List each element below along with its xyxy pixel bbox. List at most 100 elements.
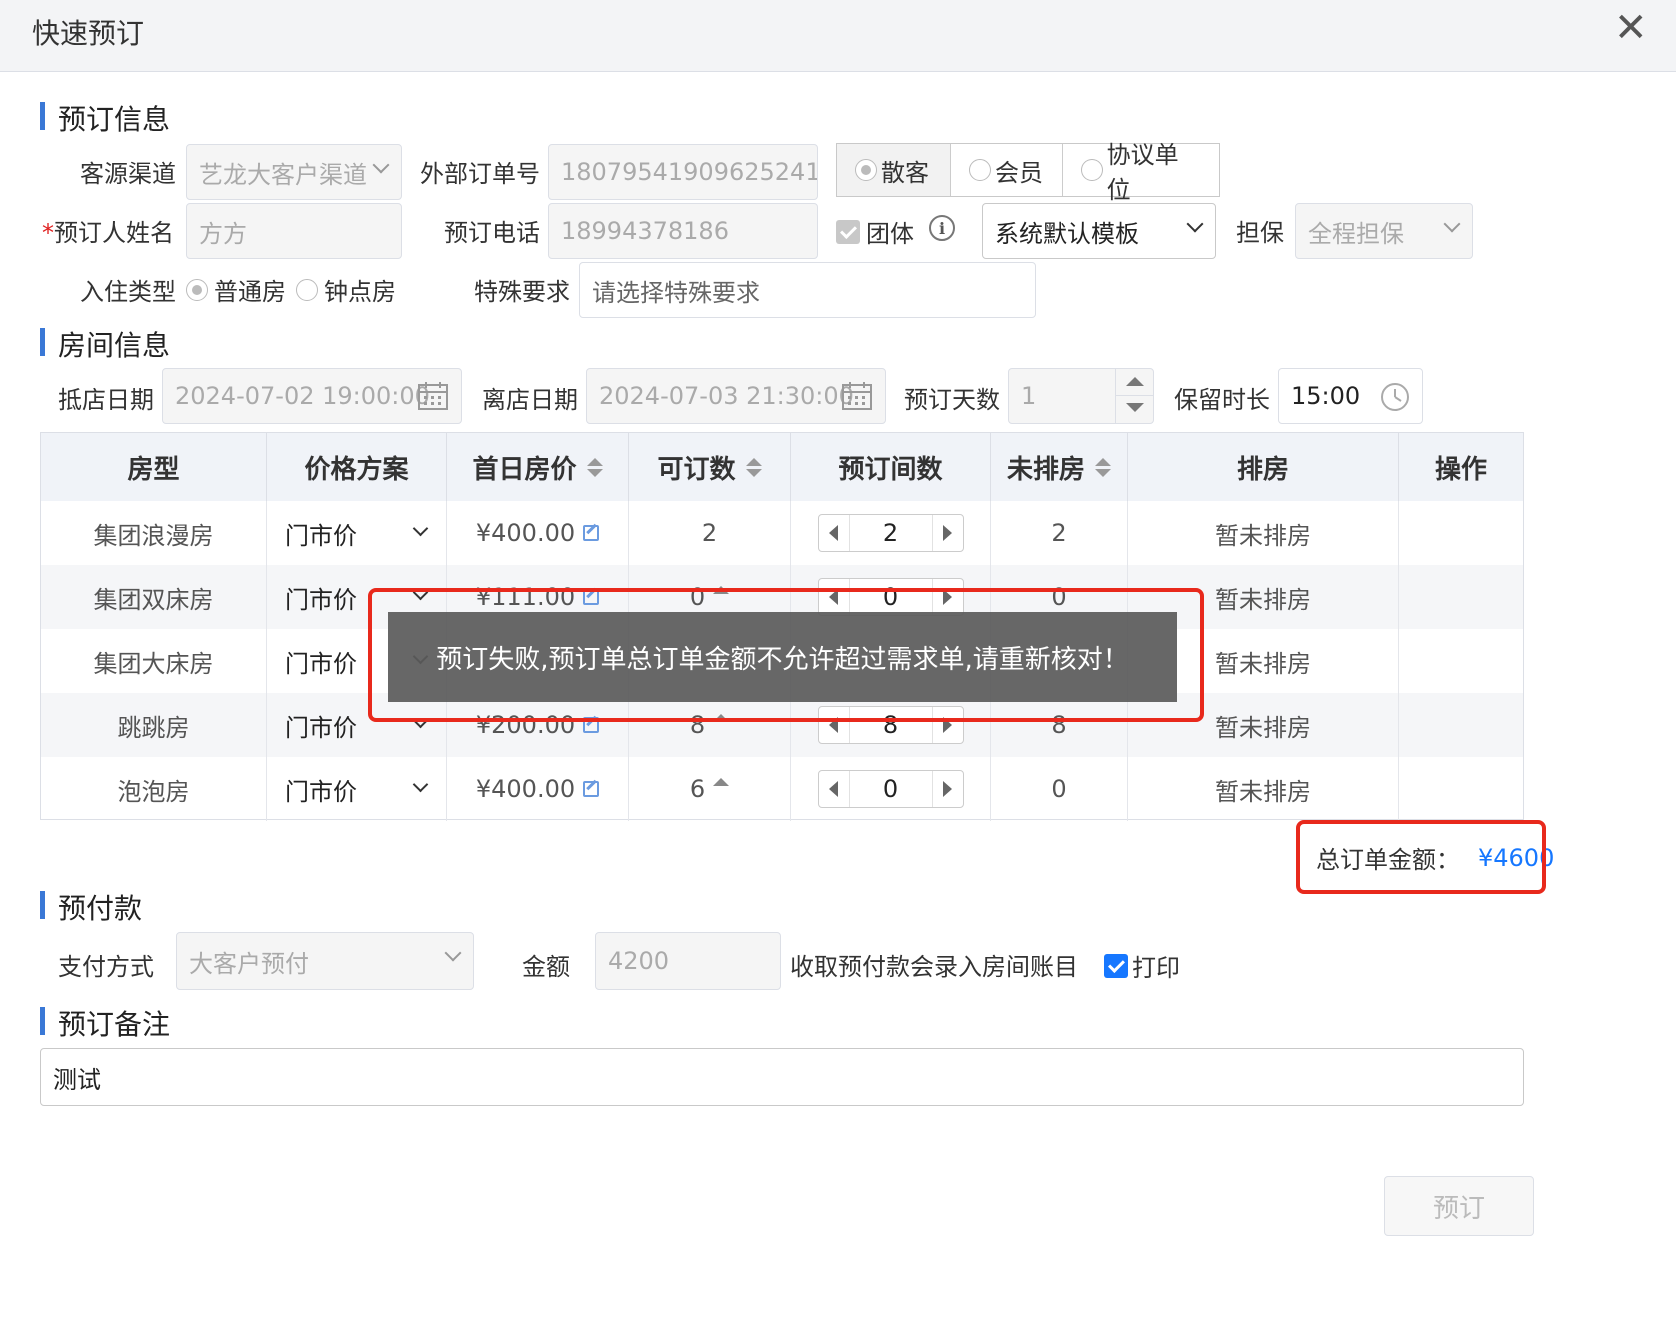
unassigned-cell: 2 xyxy=(991,501,1128,565)
checkin-type-hourly[interactable]: 钟点房 xyxy=(296,272,396,307)
col-header-unassigned-label: 未排房 xyxy=(1006,454,1085,485)
action-cell xyxy=(1399,501,1523,565)
arrival-date-input[interactable]: 2024-07-02 19:00:00 xyxy=(162,368,462,424)
guest-type-member-label: 会员 xyxy=(995,158,1043,187)
spin-up-icon[interactable] xyxy=(1126,377,1144,386)
chevron-down-icon xyxy=(412,776,429,793)
special-req-input[interactable]: 请选择特殊要求 xyxy=(579,262,1036,318)
group-checkbox[interactable]: 团体 xyxy=(836,214,914,249)
edit-icon[interactable] xyxy=(583,781,600,797)
remark-input[interactable]: 测试 xyxy=(40,1048,1524,1106)
external-order-input[interactable]: 1807954190962524160 xyxy=(548,144,818,200)
plan-select[interactable]: 门市价 xyxy=(267,501,447,565)
edit-icon[interactable] xyxy=(583,525,600,541)
section-title-remark: 预订备注 xyxy=(58,1008,171,1041)
sort-icon xyxy=(1095,457,1111,477)
col-header-room-type: 房型 xyxy=(41,433,267,501)
print-checkbox[interactable]: 打印 xyxy=(1104,948,1180,983)
radio-icon xyxy=(296,278,318,301)
source-channel-select[interactable]: 艺龙大客户渠道 xyxy=(186,144,402,200)
template-select[interactable]: 系统默认模板 xyxy=(982,203,1216,259)
decrement-icon[interactable] xyxy=(819,515,849,551)
room-type-cell: 集团双床房 xyxy=(41,565,267,629)
action-cell xyxy=(1399,693,1523,757)
booker-name-value: 方方 xyxy=(199,219,247,248)
source-channel-value: 艺龙大客户渠道 xyxy=(199,160,367,189)
increment-icon[interactable] xyxy=(933,515,963,551)
guest-type-member[interactable]: 会员 xyxy=(951,144,1063,196)
guarantee-select[interactable]: 全程担保 xyxy=(1295,203,1473,259)
increment-icon[interactable] xyxy=(933,771,963,807)
caret-up-icon xyxy=(713,778,730,786)
quantity-stepper[interactable]: 0 xyxy=(817,770,964,808)
quantity-value[interactable]: 2 xyxy=(848,515,933,551)
checkin-type-normal[interactable]: 普通房 xyxy=(186,272,286,307)
count-cell: 2 xyxy=(791,501,991,565)
plan-value: 门市价 xyxy=(285,713,357,742)
quantity-value[interactable]: 0 xyxy=(848,771,933,807)
dialog-title: 快速预订 xyxy=(32,17,145,50)
hold-time-value: 15:00 xyxy=(1291,382,1361,410)
nights-spinner[interactable] xyxy=(1115,369,1153,423)
arrival-date-value: 2024-07-02 19:00:00 xyxy=(175,382,430,410)
col-header-price-label: 首日房价 xyxy=(472,454,577,485)
amount-input[interactable]: 4200 xyxy=(595,932,781,990)
source-channel-label: 客源渠道 xyxy=(80,160,176,188)
radio-icon xyxy=(186,278,208,301)
col-header-plan: 价格方案 xyxy=(267,433,447,501)
section-bar xyxy=(40,102,45,130)
calendar-icon xyxy=(418,382,448,410)
table-row: 泡泡房 门市价 ¥400.00 6 0 0 暂未排房 xyxy=(41,757,1523,821)
price-cell: ¥400.00 xyxy=(447,501,629,565)
sort-icon xyxy=(586,457,603,477)
dialog-footer xyxy=(0,1246,1676,1328)
print-label: 打印 xyxy=(1132,954,1180,982)
available-cell: 2 xyxy=(629,501,791,565)
spin-down-icon[interactable] xyxy=(1126,403,1144,412)
nights-input[interactable]: 1 xyxy=(1008,368,1154,424)
booker-name-label: *预订人姓名 xyxy=(42,213,174,248)
col-header-count: 预订间数 xyxy=(791,433,991,501)
checkin-type-normal-label: 普通房 xyxy=(214,278,286,306)
section-bar xyxy=(40,328,45,356)
decrement-icon[interactable] xyxy=(819,771,849,807)
col-header-price[interactable]: 首日房价 xyxy=(447,433,629,501)
payment-method-select[interactable]: 大客户预付 xyxy=(176,932,474,990)
phone-input[interactable]: 18994378186 xyxy=(548,203,818,259)
toast-highlight-box xyxy=(368,588,1204,722)
col-header-unassigned[interactable]: 未排房 xyxy=(991,433,1128,501)
book-button[interactable]: 预订 xyxy=(1384,1176,1534,1236)
close-icon[interactable]: ✕ xyxy=(1614,8,1648,48)
checkbox-icon xyxy=(1104,953,1128,978)
external-order-value: 1807954190962524160 xyxy=(561,158,817,186)
external-order-label: 外部订单号 xyxy=(420,160,540,188)
guest-type-agreement[interactable]: 协议单位 xyxy=(1063,141,1219,204)
special-req-placeholder: 请选择特殊要求 xyxy=(592,278,760,307)
hold-time-input[interactable]: 15:00 xyxy=(1278,368,1423,424)
guest-type-walkin[interactable]: 散客 xyxy=(837,144,951,196)
col-header-available[interactable]: 可订数 xyxy=(629,433,791,501)
guest-type-walkin-label: 散客 xyxy=(881,158,929,187)
col-header-assign: 排房 xyxy=(1128,433,1399,501)
dialog-header: 快速预订 ✕ xyxy=(0,0,1676,72)
quantity-stepper[interactable]: 2 xyxy=(817,514,964,552)
price-value: ¥400.00 xyxy=(475,519,576,547)
clock-icon xyxy=(1381,383,1409,411)
available-cell: 6 xyxy=(629,757,791,821)
guarantee-label: 担保 xyxy=(1236,219,1284,247)
chevron-down-icon xyxy=(1443,215,1461,233)
chevron-down-icon xyxy=(1186,215,1204,233)
prepay-note: 收取预付款会录入房间账目 xyxy=(790,953,1078,981)
info-icon[interactable]: i xyxy=(929,215,955,241)
remark-value: 测试 xyxy=(53,1065,101,1094)
guest-type-agreement-label: 协议单位 xyxy=(1106,141,1179,204)
action-cell xyxy=(1399,757,1523,821)
template-value: 系统默认模板 xyxy=(995,219,1139,248)
guarantee-value: 全程担保 xyxy=(1308,219,1404,248)
departure-date-input[interactable]: 2024-07-03 21:30:00 xyxy=(586,368,886,424)
departure-label: 离店日期 xyxy=(482,386,578,414)
booker-name-input[interactable]: 方方 xyxy=(186,203,402,259)
col-header-available-label: 可订数 xyxy=(657,454,736,485)
plan-select[interactable]: 门市价 xyxy=(267,757,447,821)
group-label: 团体 xyxy=(866,220,914,248)
